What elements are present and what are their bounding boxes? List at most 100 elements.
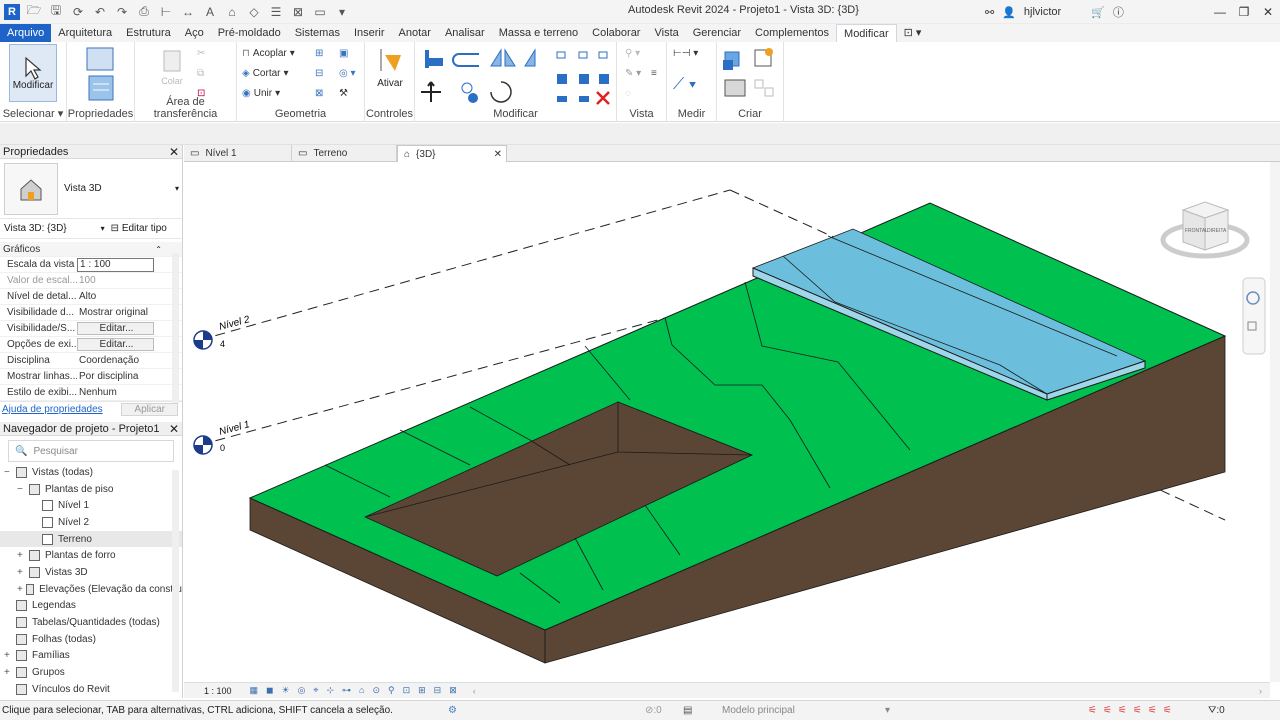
- instance-selector[interactable]: Vista 3D: {3D}: [0, 223, 67, 234]
- navigation-bar[interactable]: [1242, 277, 1266, 355]
- browser-item[interactable]: Legendas: [0, 598, 182, 615]
- browser-item[interactable]: + Elevações (Elevação da constru: [0, 581, 182, 598]
- property-row[interactable]: Mostrar linhas... Por disciplina: [0, 369, 182, 385]
- edit-type-button[interactable]: ⊟ Editar tipo: [111, 223, 167, 234]
- workset-icon[interactable]: ⚙: [448, 705, 457, 716]
- wall-joins-icon[interactable]: ⊟: [315, 68, 323, 79]
- viewcube[interactable]: FRONTAL DIREITA: [1160, 201, 1250, 259]
- view-tab[interactable]: ⌂ {3D} ✕: [397, 145, 507, 162]
- ribbon-tab-item[interactable]: Estrutura: [119, 24, 178, 42]
- text-icon[interactable]: A: [202, 4, 218, 20]
- pin-icon[interactable]: ⚲ ▾: [625, 48, 640, 59]
- hide-icon[interactable]: ◌: [625, 88, 631, 99]
- section-graficos[interactable]: Gráficos ⌃: [0, 242, 182, 257]
- model-selector[interactable]: Modelo principal ▾: [700, 705, 890, 716]
- browser-search[interactable]: 🔍 Pesquisar: [8, 440, 174, 462]
- level-1-head[interactable]: [193, 435, 213, 455]
- chevron-down-icon[interactable]: ▾: [175, 184, 179, 193]
- demolish-icon[interactable]: ◎ ▾: [339, 68, 356, 79]
- close-hidden-icon[interactable]: ⊠: [290, 4, 306, 20]
- browser-item[interactable]: Nível 2: [0, 514, 182, 531]
- browser-item[interactable]: − Vistas (todas): [0, 464, 182, 481]
- browser-item[interactable]: Terreno: [0, 530, 182, 548]
- collapse-icon[interactable]: ⌃: [155, 245, 162, 254]
- cortar-button[interactable]: ◈ Cortar ▾: [242, 68, 289, 79]
- measure-distance-icon[interactable]: ⊢⊣ ▾: [673, 48, 698, 59]
- help-icon[interactable]: ⓘ: [1113, 4, 1124, 20]
- home-3d-icon[interactable]: ⌂: [224, 4, 240, 20]
- section-icon[interactable]: ◇: [246, 4, 262, 20]
- close-icon[interactable]: ✕: [169, 145, 179, 159]
- switch-windows-icon[interactable]: ▭: [312, 4, 328, 20]
- browser-item[interactable]: + Famílias: [0, 648, 182, 665]
- ribbon-tab-item[interactable]: Modificar: [836, 23, 897, 43]
- cart-icon[interactable]: 🛒: [1091, 6, 1105, 19]
- minimize-icon[interactable]: —: [1208, 0, 1232, 24]
- activate-button[interactable]: Ativar: [375, 45, 405, 89]
- expand-icon[interactable]: +: [4, 667, 16, 678]
- browser-item[interactable]: + Plantas de forro: [0, 547, 182, 564]
- view-scale[interactable]: 1 : 100: [204, 686, 232, 696]
- measure-icon[interactable]: ⊢: [158, 4, 174, 20]
- ribbon-tab-item[interactable]: Colaborar: [585, 24, 647, 42]
- filter-icon[interactable]: ⛛:0: [1208, 705, 1225, 716]
- ribbon-tab-item[interactable]: Aço: [178, 24, 211, 42]
- canvas-scrollbar[interactable]: [1270, 162, 1280, 682]
- split-face-icon[interactable]: ⊞: [315, 48, 323, 59]
- modify-tools-icon[interactable]: [421, 46, 621, 108]
- acoplar-button[interactable]: ⊓ Acoplar ▾: [242, 48, 295, 59]
- close-icon[interactable]: ✕: [1256, 0, 1280, 24]
- ribbon-toggle-icon[interactable]: ⊡ ▾: [897, 24, 929, 42]
- terrain-model[interactable]: Nível 2 4 Nível 1 0 FRONTAL DIREITA: [184, 162, 1270, 682]
- view-tab[interactable]: ▭ Terreno: [292, 145, 397, 162]
- property-row[interactable]: Visibilidade/S... Editar...: [0, 321, 182, 337]
- revit-logo-icon[interactable]: R: [4, 3, 20, 20]
- browser-item[interactable]: Folhas (todas): [0, 631, 182, 648]
- expand-icon[interactable]: +: [17, 550, 29, 561]
- remove-paint-icon[interactable]: ⚒: [339, 88, 348, 99]
- linework-icon[interactable]: ✎ ▾: [625, 68, 641, 79]
- property-row[interactable]: Opções de exi... Editar...: [0, 337, 182, 353]
- ribbon-tab-item[interactable]: Analisar: [438, 24, 492, 42]
- ribbon-tab-item[interactable]: Complementos: [748, 24, 836, 42]
- paste-button[interactable]: Colar: [161, 48, 183, 86]
- ribbon-tab-item[interactable]: Arquitetura: [51, 24, 119, 42]
- expand-icon[interactable]: +: [17, 584, 26, 595]
- properties-scrollbar[interactable]: [172, 253, 179, 403]
- cut-icon[interactable]: ✂: [197, 48, 205, 59]
- panel-label-selecionar[interactable]: Selecionar ▾: [0, 107, 66, 120]
- property-row[interactable]: Visibilidade d... Mostrar original: [0, 305, 182, 321]
- property-row[interactable]: Escala da vista 1 : 100: [0, 257, 182, 273]
- 3d-view-canvas[interactable]: Nível 2 4 Nível 1 0 FRONTAL DIREITA: [184, 162, 1270, 682]
- property-row[interactable]: Disciplina Coordenação: [0, 353, 182, 369]
- browser-item[interactable]: + Vistas 3D: [0, 564, 182, 581]
- level-2-head[interactable]: [193, 330, 213, 350]
- dimension-icon[interactable]: ↔: [180, 4, 196, 20]
- chevron-down-icon[interactable]: ▾: [101, 224, 105, 233]
- thin-lines-icon[interactable]: ☰: [268, 4, 284, 20]
- ribbon-tab-item[interactable]: Inserir: [347, 24, 392, 42]
- scroll-right-icon[interactable]: ›: [1259, 686, 1262, 696]
- close-icon[interactable]: ✕: [494, 149, 502, 160]
- close-icon[interactable]: ✕: [169, 422, 179, 436]
- collapse-icon[interactable]: −: [17, 484, 29, 495]
- unir-button[interactable]: ◉ Unir ▾: [242, 88, 280, 99]
- view-control-icons[interactable]: ▦◼☀◎⌖⊹⊶⌂⊙⚲⊡⊞⊟⊠: [250, 685, 465, 696]
- ribbon-tab-item[interactable]: Vista: [647, 24, 685, 42]
- modify-button[interactable]: Modificar: [9, 44, 57, 102]
- open-icon[interactable]: 🗁: [26, 3, 42, 20]
- properties-icon[interactable]: [85, 46, 115, 102]
- collapse-icon[interactable]: −: [4, 467, 16, 478]
- browser-scrollbar[interactable]: [172, 470, 179, 692]
- save-icon[interactable]: 🖫: [48, 3, 64, 20]
- browser-item[interactable]: Tabelas/Quantidades (todas): [0, 614, 182, 631]
- user-name[interactable]: hjlvictor: [1024, 6, 1061, 18]
- browser-item[interactable]: + Grupos: [0, 664, 182, 681]
- help-link[interactable]: Ajuda de propriedades: [0, 404, 103, 415]
- edit-button[interactable]: Editar...: [77, 322, 154, 335]
- property-value[interactable]: 1 : 100: [77, 257, 154, 272]
- ribbon-tab-item[interactable]: Gerenciar: [686, 24, 748, 42]
- beam-join-icon[interactable]: ⊠: [315, 88, 323, 99]
- property-row[interactable]: Nível de detal... Alto: [0, 289, 182, 305]
- browser-item[interactable]: Nível 1: [0, 497, 182, 514]
